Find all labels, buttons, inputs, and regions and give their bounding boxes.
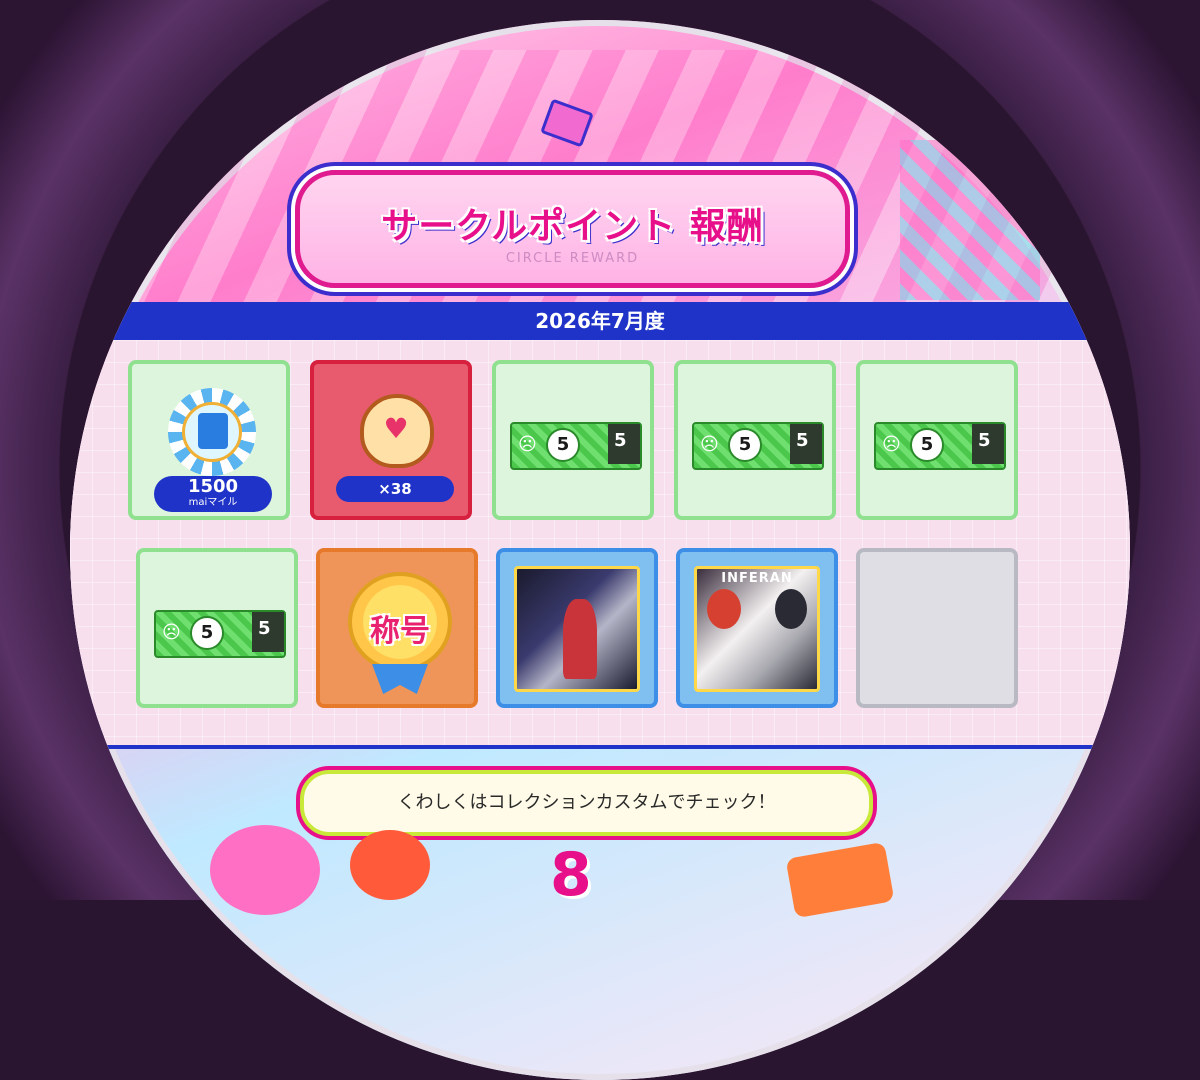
collection-hint: くわしくはコレクションカスタムでチェック！ — [300, 770, 873, 836]
reward-cell-ticket[interactable]: ☹ 5 5 — [674, 360, 836, 520]
ribbon-icon — [372, 664, 428, 694]
page-title: サークルポイント 報酬 — [381, 206, 764, 247]
reward-cell-ticket[interactable]: ☹ 5 5 — [492, 360, 654, 520]
mai-mile-chip-icon — [168, 388, 256, 476]
mile-unit: maiマイル — [188, 497, 238, 508]
decoration-shape — [785, 841, 895, 919]
reward-cell-ticket[interactable]: ☹ 5 5 — [136, 548, 298, 708]
ticket-stub-value: 5 — [258, 618, 271, 639]
reward-cell-mile[interactable]: 1500 maiマイル — [128, 360, 290, 520]
rewards-grid: 1500 maiマイル ♥ ×38 ☹ 5 5 ☹ 5 5 ☹ 5 5 ☹ 5 … — [70, 340, 1130, 749]
background-diamond-pattern — [900, 140, 1040, 300]
reward-cell-ticket[interactable]: ☹ 5 5 — [856, 360, 1018, 520]
title-medal-label: 称号 — [370, 614, 430, 649]
period-header: 2026年7月度 — [70, 302, 1130, 340]
song-jacket-icon — [514, 566, 640, 692]
mascot-decoration — [350, 830, 430, 900]
mile-amount: 1500 — [187, 476, 239, 497]
heart-bag-icon: ♥ — [360, 394, 434, 468]
song-jacket-icon: INFERAN — [694, 566, 820, 692]
ticket-icon: ☹ 5 5 — [154, 610, 286, 658]
ticket-stub-value: 5 — [978, 430, 991, 451]
reward-cell-jacket[interactable] — [496, 548, 658, 708]
bag-count-badge: ×38 — [336, 476, 454, 502]
jacket-logo: INFERAN — [721, 571, 793, 586]
page-subtitle: CIRCLE REWARD — [505, 251, 640, 266]
reward-cell-bag[interactable]: ♥ ×38 — [310, 360, 472, 520]
ticket-value: 5 — [910, 428, 944, 462]
reward-cell-jacket[interactable]: INFERAN — [676, 548, 838, 708]
ticket-icon: ☹ 5 5 — [874, 422, 1006, 470]
ticket-value: 5 — [728, 428, 762, 462]
game-screen: サークルポイント 報酬 CIRCLE REWARD 2026年7月度 1500 … — [70, 20, 1130, 1080]
ticket-icon: ☹ 5 5 — [692, 422, 824, 470]
reward-cell-title[interactable]: 称号 — [316, 548, 478, 708]
ticket-stub-value: 5 — [796, 430, 809, 451]
ticket-stub-value: 5 — [614, 430, 627, 451]
mile-amount-badge: 1500 maiマイル — [154, 476, 272, 512]
title-medal-icon: 称号 — [348, 572, 452, 672]
ticket-icon: ☹ 5 5 — [510, 422, 642, 470]
ticket-value: 5 — [190, 616, 224, 650]
reward-cell-empty — [856, 548, 1018, 708]
ticket-value: 5 — [546, 428, 580, 462]
mascot-decoration — [210, 825, 320, 915]
title-banner: サークルポイント 報酬 CIRCLE REWARD — [295, 170, 850, 288]
